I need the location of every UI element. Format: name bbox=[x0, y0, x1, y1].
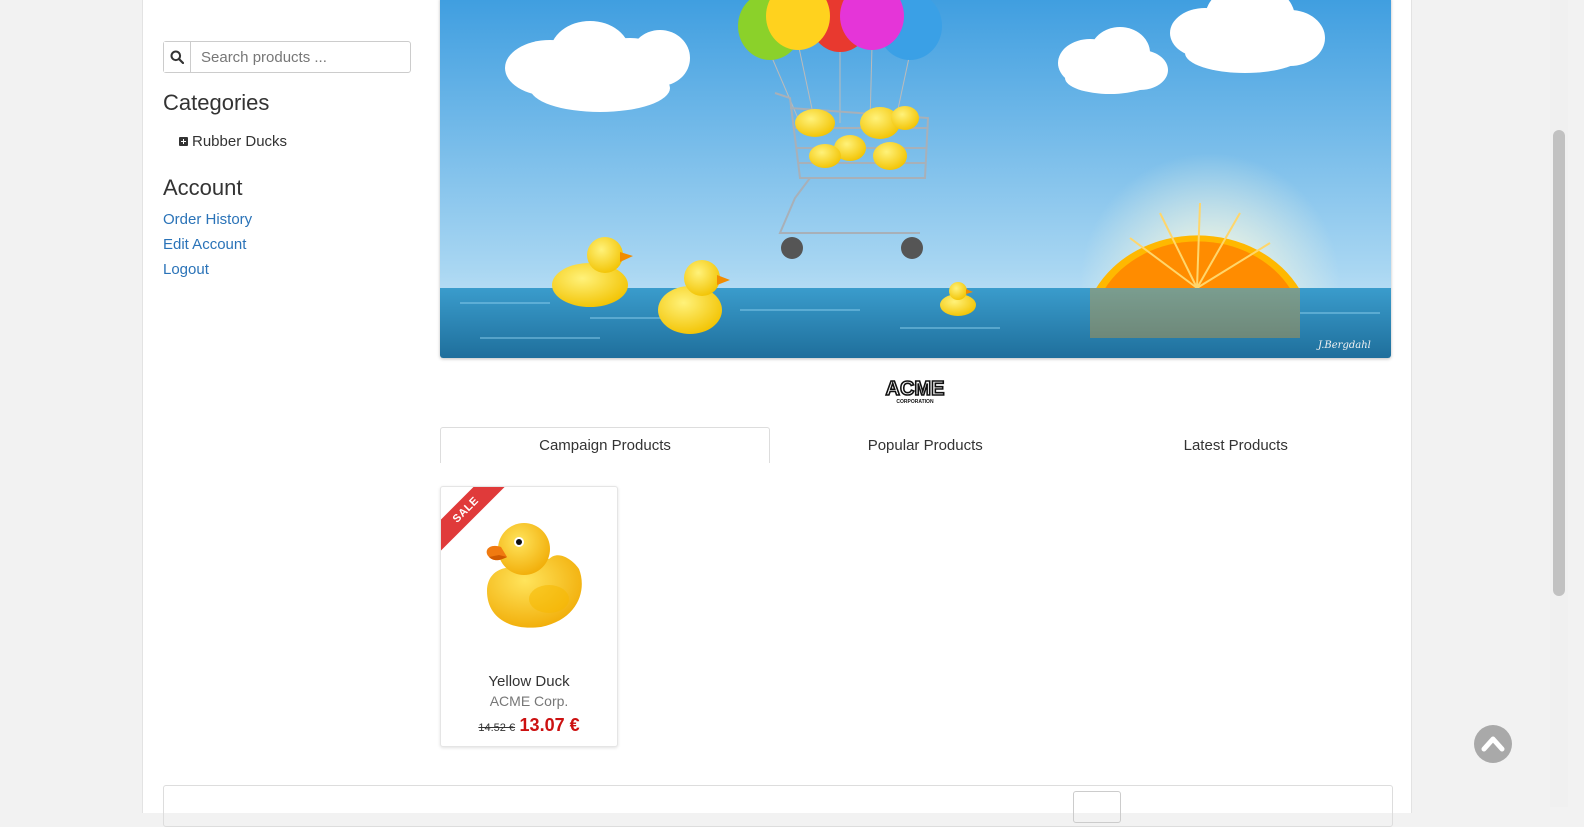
tab-campaign-products[interactable]: Campaign Products bbox=[440, 427, 770, 463]
product-manufacturer: ACME Corp. bbox=[489, 693, 569, 709]
acme-brand-logo[interactable]: ACME CORPORATION bbox=[881, 376, 949, 411]
search-icon bbox=[170, 50, 184, 64]
chevron-up-icon bbox=[1481, 736, 1505, 752]
account-heading: Account bbox=[163, 175, 243, 200]
brand-logo-subtext: CORPORATION bbox=[896, 399, 934, 405]
footer-button[interactable] bbox=[1073, 791, 1121, 823]
plus-square-icon bbox=[179, 137, 188, 146]
categories-heading: Categories bbox=[163, 90, 270, 115]
footer-box bbox=[163, 785, 1393, 827]
search-button[interactable] bbox=[164, 42, 191, 72]
tab-popular-products[interactable]: Popular Products bbox=[770, 427, 1081, 463]
banner-signature: J.Bergdahl bbox=[1316, 340, 1371, 351]
campaign-banner[interactable]: J.Bergdahl bbox=[440, 0, 1391, 358]
product-price: 14.52 € 13.07 € bbox=[441, 715, 617, 736]
product-name[interactable]: Yellow Duck bbox=[441, 673, 617, 690]
brand-logo-text: ACME bbox=[886, 378, 945, 400]
search-box[interactable] bbox=[163, 41, 411, 73]
category-rubber-ducks[interactable]: Rubber Ducks bbox=[179, 133, 287, 150]
logout-link[interactable]: Logout bbox=[163, 261, 209, 278]
tab-latest-products[interactable]: Latest Products bbox=[1081, 427, 1392, 463]
product-tabs: Campaign Products Popular Products Lates… bbox=[440, 427, 1391, 463]
regular-price: 14.52 € bbox=[478, 722, 516, 734]
scroll-to-top-button[interactable] bbox=[1474, 725, 1512, 763]
edit-account-link[interactable]: Edit Account bbox=[163, 236, 246, 253]
product-image bbox=[486, 523, 582, 628]
page-container: Categories Rubber Ducks Account Order Hi… bbox=[142, 0, 1412, 827]
scrollbar-thumb[interactable] bbox=[1553, 130, 1565, 596]
category-label[interactable]: Rubber Ducks bbox=[192, 133, 287, 150]
search-input[interactable] bbox=[191, 42, 410, 72]
product-card[interactable]: SALE Yellow Duck ACME Corp. 14.52 € 13.0… bbox=[440, 486, 618, 747]
order-history-link[interactable]: Order History bbox=[163, 211, 252, 228]
banner-image: J.Bergdahl bbox=[440, 0, 1391, 358]
campaign-price: 13.07 € bbox=[519, 715, 580, 735]
